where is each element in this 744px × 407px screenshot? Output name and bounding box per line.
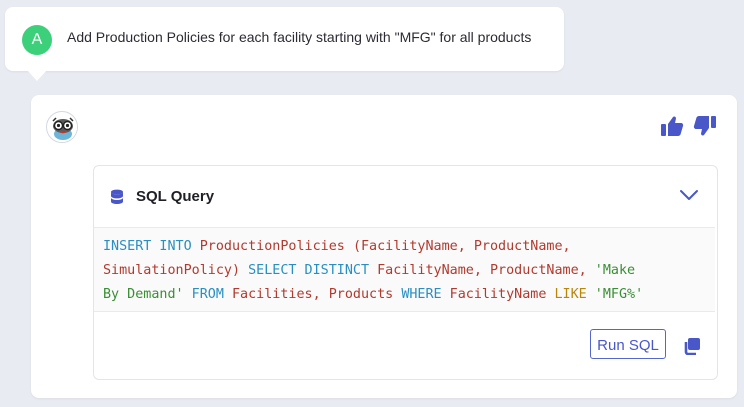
sql-card-header: SQL Query [110,188,214,205]
sql-card-title: SQL Query [136,188,215,205]
run-sql-button[interactable]: Run SQL [590,329,666,359]
code-identifier: SimulationPolicy [103,263,232,278]
code-keyword: INSERT INTO [103,239,192,254]
code-identifier: Facilities, Products [223,287,402,302]
bubble-tail [27,70,47,81]
code-string: 'MFG%' [586,287,644,302]
code-identifier: ProductionPolicies [191,239,353,254]
code-identifier: FacilityName [441,287,555,302]
code-keyword: SELECT DISTINCT [240,263,370,278]
thumbs-up-icon[interactable] [660,115,684,137]
code-paren: ) [232,263,241,278]
code-keyword: WHERE [401,287,442,302]
code-string: 'Make [594,263,636,278]
bot-avatar-icon [46,111,78,143]
copy-icon[interactable] [683,337,701,360]
code-string: By Demand' [103,287,184,302]
code-identifier: FacilityName, ProductName, [361,239,571,254]
thumbs-down-icon[interactable] [693,115,717,137]
assistant-message-card: SQL Query INSERT INTO ProductionPolicies… [31,95,737,398]
user-message-bubble: A Add Production Policies for each facil… [5,7,564,81]
sql-code-block: INSERT INTO ProductionPolicies (Facility… [94,227,715,312]
chevron-down-icon[interactable] [679,188,699,206]
sql-query-card: SQL Query INSERT INTO ProductionPolicies… [93,165,718,380]
user-avatar: A [22,25,52,55]
code-paren: ( [352,239,361,254]
database-icon [110,189,126,205]
code-identifier: FacilityName, ProductName, [369,263,595,278]
user-message-text: Add Production Policies for each facilit… [67,29,532,45]
code-operator: LIKE [554,287,587,302]
code-keyword: FROM [183,287,224,302]
